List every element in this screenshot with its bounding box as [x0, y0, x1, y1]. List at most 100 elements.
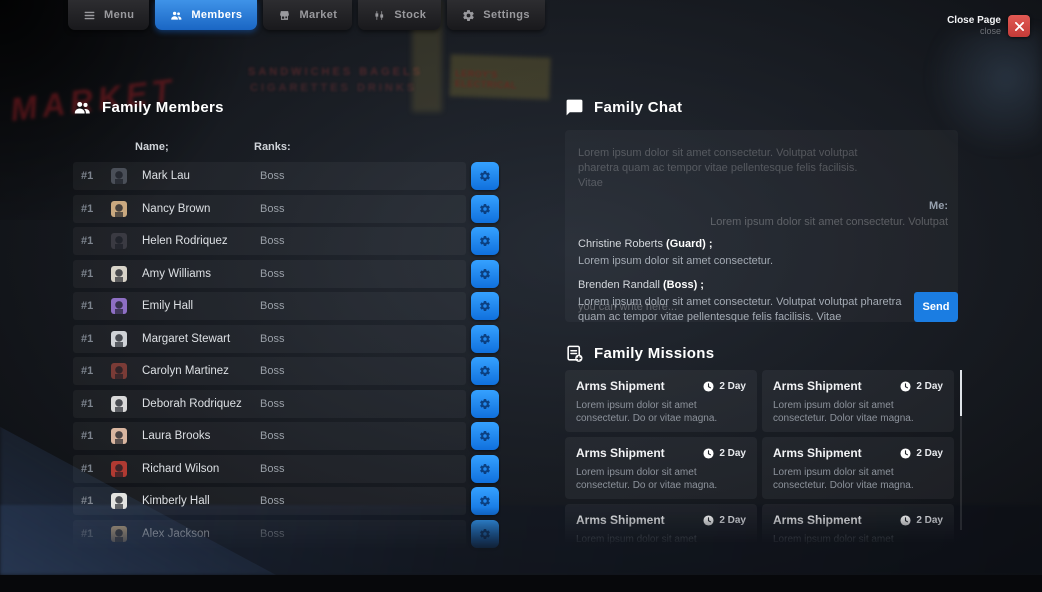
family-missions-title: Family Missions — [594, 345, 714, 362]
tab-stock[interactable]: Stock — [358, 0, 441, 30]
member-rank: Boss — [260, 495, 466, 507]
member-settings-button[interactable] — [471, 455, 499, 483]
gear-icon — [479, 235, 491, 247]
clock-icon — [900, 381, 911, 392]
member-row-body: #1 Carolyn Martinez Boss — [73, 357, 466, 385]
member-name: Kimberly Hall — [142, 495, 260, 507]
member-row: #1 Carolyn Martinez Boss — [73, 357, 501, 385]
mission-duration: 2 Day — [916, 381, 943, 392]
mission-duration-badge: 2 Day — [900, 381, 943, 392]
mission-duration-badge: 2 Day — [703, 381, 746, 392]
member-settings-button[interactable] — [471, 260, 499, 288]
gear-icon — [479, 495, 491, 507]
member-settings-button[interactable] — [471, 390, 499, 418]
stock-chart-icon — [373, 9, 386, 22]
close-page-button[interactable] — [1008, 15, 1030, 37]
mission-card-top: Arms Shipment 2 Day — [576, 513, 746, 527]
background-sign-shop-line1: SANDWICHES BAGELS — [248, 66, 423, 78]
mission-duration-badge: 2 Day — [900, 515, 943, 526]
member-name: Mark Lau — [142, 170, 260, 182]
close-page: Close Page close — [947, 15, 1030, 37]
chat-author-rank: (Boss) ; — [663, 279, 704, 291]
avatar — [111, 526, 127, 542]
mission-card[interactable]: Arms Shipment 2 Day Lorem ipsum dolor si… — [565, 504, 757, 546]
mission-description: Lorem ipsum dolor sit amet consectetur. … — [773, 466, 943, 492]
member-settings-button[interactable] — [471, 227, 499, 255]
missions-grid: Arms Shipment 2 Day Lorem ipsum dolor si… — [565, 370, 954, 546]
mission-title: Arms Shipment — [773, 379, 862, 393]
member-name: Nancy Brown — [142, 203, 260, 215]
mission-card[interactable]: Arms Shipment 2 Day Lorem ipsum dolor si… — [565, 370, 757, 432]
people-icon — [73, 98, 92, 117]
member-position: #1 — [81, 235, 111, 247]
avatar — [111, 363, 127, 379]
gear-icon — [479, 430, 491, 442]
member-row-body: #1 Margaret Stewart Boss — [73, 325, 466, 353]
member-rank: Boss — [260, 235, 466, 247]
member-row-body: #1 Amy Williams Boss — [73, 260, 466, 288]
chat-me-text: Lorem ipsum dolor sit amet consectetur. … — [565, 216, 948, 228]
mission-card[interactable]: Arms Shipment 2 Day Lorem ipsum dolor si… — [762, 504, 954, 546]
tab-market[interactable]: Market — [263, 0, 352, 30]
member-row: #1 Alex Jackson Boss — [73, 520, 501, 548]
member-settings-button[interactable] — [471, 195, 499, 223]
member-settings-button[interactable] — [471, 487, 499, 515]
mission-card[interactable]: Arms Shipment 2 Day Lorem ipsum dolor si… — [565, 437, 757, 499]
mission-card[interactable]: Arms Shipment 2 Day Lorem ipsum dolor si… — [762, 437, 954, 499]
close-icon — [1015, 22, 1024, 31]
member-row: #1 Deborah Rodriquez Boss — [73, 390, 501, 418]
mission-description: Lorem ipsum dolor sit amet consectetur. … — [576, 466, 746, 492]
mission-duration: 2 Day — [719, 515, 746, 526]
member-row-body: #1 Helen Rodriquez Boss — [73, 227, 466, 255]
member-position: #1 — [81, 268, 111, 280]
member-settings-button[interactable] — [471, 520, 499, 548]
mission-title: Arms Shipment — [773, 513, 862, 527]
member-row-body: #1 Nancy Brown Boss — [73, 195, 466, 223]
member-rank: Boss — [260, 268, 466, 280]
avatar — [111, 396, 127, 412]
member-row: #1 Amy Williams Boss — [73, 260, 501, 288]
member-row: #1 Mark Lau Boss — [73, 162, 501, 190]
right-panel: Family Chat Lorem ipsum dolor sit amet c… — [565, 98, 962, 548]
chat-input[interactable] — [565, 292, 914, 322]
member-position: #1 — [81, 333, 111, 345]
clock-icon — [900, 515, 911, 526]
member-row-body: #1 Emily Hall Boss — [73, 292, 466, 320]
mission-card[interactable]: Arms Shipment 2 Day Lorem ipsum dolor si… — [762, 370, 954, 432]
missions-scrollbar-track — [960, 370, 962, 530]
mission-title: Arms Shipment — [576, 446, 665, 460]
member-row-body: #1 Richard Wilson Boss — [73, 455, 466, 483]
chat-bubble-icon — [565, 98, 584, 117]
mission-duration: 2 Day — [719, 381, 746, 392]
gear-icon — [479, 268, 491, 280]
family-missions-header: Family Missions — [565, 344, 714, 363]
tab-settings-label: Settings — [483, 9, 530, 21]
tab-members[interactable]: Members — [155, 0, 257, 30]
tab-settings[interactable]: Settings — [447, 0, 545, 30]
send-button[interactable]: Send — [914, 292, 958, 322]
avatar — [111, 493, 127, 509]
mission-duration: 2 Day — [916, 515, 943, 526]
close-page-title: Close Page — [947, 15, 1001, 26]
member-row: #1 Emily Hall Boss — [73, 292, 501, 320]
missions-scrollbar-thumb[interactable] — [960, 370, 962, 416]
member-settings-button[interactable] — [471, 162, 499, 190]
mission-card-top: Arms Shipment 2 Day — [576, 446, 746, 460]
member-settings-button[interactable] — [471, 292, 499, 320]
member-position: #1 — [81, 398, 111, 410]
member-settings-button[interactable] — [471, 357, 499, 385]
mission-card-top: Arms Shipment 2 Day — [773, 379, 943, 393]
member-row: #1 Nancy Brown Boss — [73, 195, 501, 223]
member-position: #1 — [81, 463, 111, 475]
members-column-headers: Name; Ranks: — [73, 141, 501, 155]
tab-menu[interactable]: Menu — [68, 0, 149, 30]
member-row: #1 Helen Rodriquez Boss — [73, 227, 501, 255]
mission-description: Lorem ipsum dolor sit amet consectetur. … — [773, 533, 943, 546]
gear-icon — [479, 463, 491, 475]
mission-description: Lorem ipsum dolor sit amet consectetur. … — [576, 399, 746, 425]
member-settings-button[interactable] — [471, 325, 499, 353]
background-sign-electrical: LEROY'S ELECTRICAL — [455, 68, 551, 91]
member-settings-button[interactable] — [471, 422, 499, 450]
member-rank: Boss — [260, 430, 466, 442]
close-page-subtitle: close — [947, 26, 1001, 37]
